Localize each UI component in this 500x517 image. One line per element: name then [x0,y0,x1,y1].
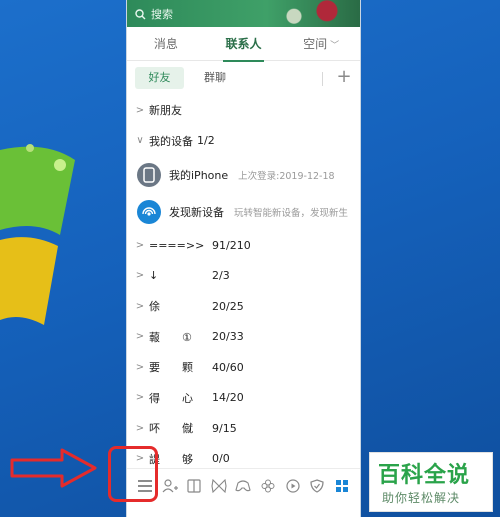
device-status: 玩转智能新设备，发现新生 [234,207,349,219]
watermark-logo: 百科全说 助你轻松解决 [369,452,493,512]
group-count: 14/20 [212,391,244,405]
group-name: 要 颗 [149,361,193,375]
group-name: ====>> [149,238,205,252]
group-row[interactable]: > 蕔 ① 20/33 [127,322,360,353]
group-row[interactable]: > 得 心 14/20 [127,383,360,414]
group-my-devices[interactable]: ∨ 我的设备 1/2 [127,126,360,157]
game-icon[interactable] [235,478,252,494]
group-count: 40/60 [212,360,244,374]
group-count: 20/33 [212,330,244,344]
tab-space[interactable]: 空间 ﹀ [282,30,360,60]
subtab-friends[interactable]: 好友 [135,67,184,89]
group-row[interactable]: > ====>> 91/210 [127,230,360,261]
butterfly-icon[interactable] [211,478,227,494]
video-icon[interactable] [285,478,301,494]
highlight-box [108,446,158,502]
shield-icon[interactable] [309,478,325,494]
device-discover[interactable]: 发现新设备 玩转智能新设备，发现新生 [127,193,360,230]
device-iphone[interactable]: 我的iPhone 上次登录:2019-12-18 [127,156,360,193]
chevron-right-icon: > [135,300,145,312]
chevron-right-icon: > [135,361,145,373]
group-row[interactable]: > 要 颗 40/60 [127,352,360,383]
group-name: 新朋友 [149,104,182,118]
group-row[interactable]: > 吥 僦 9/15 [127,413,360,444]
group-name: 俆 [149,300,160,314]
add-friend-icon[interactable] [162,478,178,494]
group-count: 0/0 [212,452,230,466]
qq-panel: 搜索 消息 联系人 空间 ﹀ 好友 群聊 + > 新朋友 ∨ 我的设备 1/2 我… [126,0,361,517]
group-row[interactable]: > ↓ 2/3 [127,261,360,292]
flower-icon[interactable] [260,478,276,494]
watermark-subtitle: 助你轻松解决 [382,491,461,505]
desktop-logo [0,144,75,325]
chevron-right-icon: > [135,422,145,434]
arrow-icon [10,448,97,488]
search-icon [135,8,146,19]
apps-icon[interactable] [334,478,350,494]
bottom-toolbar [127,468,360,503]
group-name: 得 心 [149,391,193,405]
group-count: 91/210 [212,238,251,252]
add-button[interactable]: + [334,65,354,89]
divider [322,72,323,86]
chevron-down-icon: ﹀ [330,41,340,51]
group-count: 9/15 [212,421,237,435]
group-name: 我的设备 [149,134,193,148]
phone-icon [137,162,161,187]
group-count: 1/2 [197,134,215,148]
contact-subtabs: 好友 群聊 + [127,64,360,92]
group-name: ↓ [149,269,159,283]
subtab-groups[interactable]: 群聊 [195,67,235,89]
search-label: 搜索 [151,8,173,21]
panel-header: 搜索 [127,0,360,27]
chevron-right-icon: > [135,270,145,282]
chevron-right-icon: > [135,104,145,116]
chevron-right-icon: > [135,392,145,404]
device-status: 上次登录:2019-12-18 [238,170,335,182]
contact-list: > 新朋友 ∨ 我的设备 1/2 我的iPhone 上次登录:2019-12-1… [127,95,360,474]
device-name: 发现新设备 [169,205,224,219]
tab-contacts[interactable]: 联系人 [205,30,283,62]
main-tabs: 消息 联系人 空间 ﹀ [127,30,360,62]
tab-messages[interactable]: 消息 [127,30,205,60]
chevron-down-icon: ∨ [136,135,144,147]
chevron-right-icon: > [135,331,145,343]
search-bar[interactable]: 搜索 [135,5,173,23]
signal-icon [137,199,161,224]
contacts-icon[interactable] [186,478,202,494]
watermark-title: 百科全说 [378,463,471,488]
group-name: 蕔 ① [149,330,192,344]
device-name: 我的iPhone [169,168,229,182]
group-new-friends[interactable]: > 新朋友 [127,95,360,126]
group-row[interactable]: > 俆 20/25 [127,291,360,322]
group-name: 吥 僦 [149,422,193,436]
group-count: 2/3 [212,269,230,283]
group-count: 20/25 [212,299,244,313]
header-skin-image [250,0,360,27]
chevron-right-icon: > [135,239,145,251]
